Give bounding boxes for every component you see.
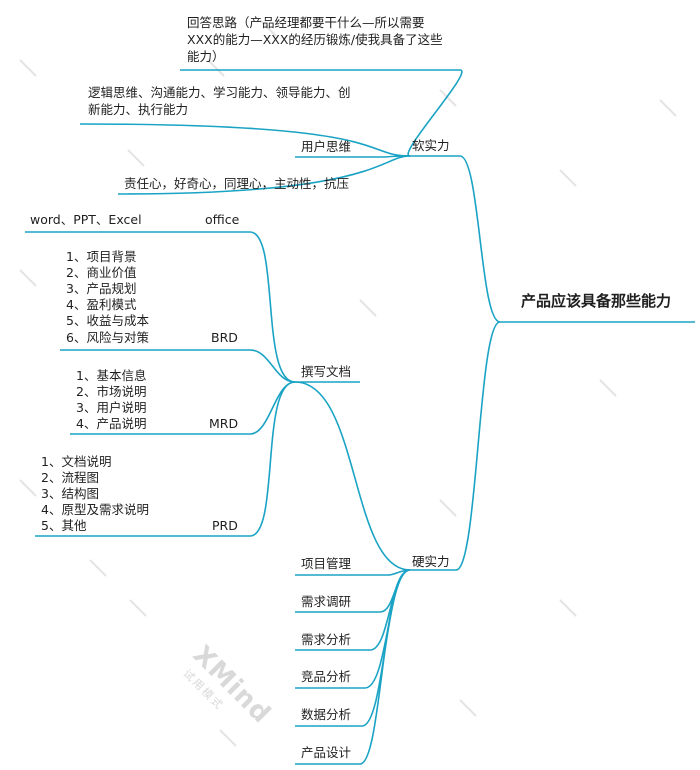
approach-line-3: 能力） [187,49,225,64]
brd-item-4: 4、盈利模式 [66,297,137,312]
prd-item-3: 3、结构图 [41,486,99,501]
user-thinking-node[interactable]: 用户思维 [301,139,351,155]
mrd-item-2: 2、市场说明 [76,384,147,399]
requirement-analysis-node[interactable]: 需求分析 [301,632,351,648]
brd-node[interactable]: BRD [211,330,238,346]
brd-item-5: 5、收益与成本 [66,313,149,328]
brd-item-2: 2、商业价值 [66,265,137,280]
brd-item-6: 6、风险与对策 [66,330,149,345]
mrd-item-1: 1、基本信息 [76,368,147,383]
office-node[interactable]: office [205,212,239,228]
writing-docs-node[interactable]: 撰写文档 [301,364,351,380]
hard-skills-node[interactable]: 硬实力 [412,554,450,570]
competitor-analysis-node[interactable]: 竞品分析 [301,669,351,685]
prd-node[interactable]: PRD [212,518,238,534]
product-design-node[interactable]: 产品设计 [301,745,351,761]
data-analysis-node[interactable]: 数据分析 [301,707,351,723]
project-management-node[interactable]: 项目管理 [301,556,351,572]
traits-node[interactable]: 责任心，好奇心，同理心，主动性，抗压 [124,176,349,192]
requirement-research-node[interactable]: 需求调研 [301,594,351,610]
prd-item-5: 5、其他 [41,518,87,533]
approach-line-1: 回答思路（产品经理都要干什么—所以需要 [187,15,425,30]
mrd-item-3: 3、用户说明 [76,400,147,415]
soft-skills-node[interactable]: 软实力 [412,138,450,154]
prd-item-4: 4、原型及需求说明 [41,502,149,517]
prd-item-1: 1、文档说明 [41,454,112,469]
prd-item-2: 2、流程图 [41,470,99,485]
brd-item-1: 1、项目背景 [66,249,137,264]
office-item: word、PPT、Excel [30,212,142,227]
root-topic[interactable]: 产品应该具备那些能力 [521,293,671,309]
mrd-node[interactable]: MRD [209,416,238,432]
approach-line-2: XXX的能力—XXX的经历锻炼/使我具备了这些 [187,32,443,47]
mrd-item-4: 4、产品说明 [76,416,147,431]
brd-item-3: 3、产品规划 [66,281,137,296]
abilities-line-2: 新能力、执行能力 [88,102,189,117]
abilities-line-1: 逻辑思维、沟通能力、学习能力、领导能力、创 [88,85,351,100]
